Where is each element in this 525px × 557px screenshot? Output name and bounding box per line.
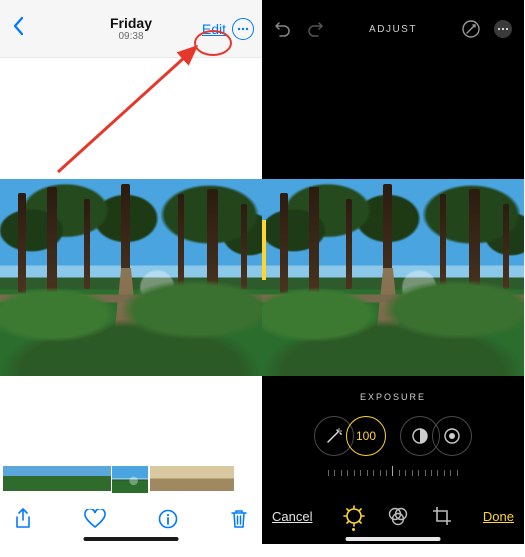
- thumbnail[interactable]: [75, 466, 87, 491]
- more-button[interactable]: [492, 18, 514, 40]
- thumbnail[interactable]: [162, 466, 174, 491]
- info-icon: [158, 509, 178, 529]
- home-indicator[interactable]: [84, 537, 179, 541]
- ellipsis-icon: [237, 27, 249, 31]
- thumbnail[interactable]: [63, 466, 75, 491]
- redo-button[interactable]: [304, 18, 326, 40]
- tab-filters[interactable]: [387, 505, 409, 527]
- thumbnail[interactable]: [27, 466, 39, 491]
- dial-exposure[interactable]: 100: [346, 416, 386, 456]
- brilliance-icon: [410, 426, 430, 446]
- photo-edit-screen: ADJUST EXPOSURE: [262, 0, 524, 544]
- thumbnail[interactable]: [174, 466, 186, 491]
- back-button[interactable]: [8, 16, 28, 42]
- edit-header: ADJUST: [262, 0, 524, 58]
- edit-button[interactable]: Edit: [202, 21, 226, 37]
- adjustment-slider[interactable]: [328, 462, 458, 476]
- thumbnail[interactable]: [186, 466, 198, 491]
- thumbnail[interactable]: [222, 466, 234, 491]
- photo-view-screen: Friday 09:38 Edit: [0, 0, 262, 544]
- crop-icon: [431, 505, 453, 527]
- thumbnail[interactable]: [198, 466, 210, 491]
- adjust-icon: [343, 505, 365, 527]
- delete-button[interactable]: [230, 508, 248, 530]
- share-button[interactable]: [14, 508, 32, 530]
- chevron-left-icon: [12, 16, 24, 36]
- undo-icon: [273, 19, 293, 39]
- dial-highlights[interactable]: [432, 416, 472, 456]
- current-photo[interactable]: [0, 179, 262, 376]
- thumbnail[interactable]: [210, 466, 222, 491]
- thumbnail[interactable]: [150, 466, 162, 491]
- exposure-value: 100: [356, 429, 376, 443]
- share-icon: [14, 508, 32, 530]
- home-indicator[interactable]: [346, 537, 441, 541]
- edit-handle[interactable]: [262, 220, 266, 280]
- thumbnail[interactable]: [87, 466, 99, 491]
- heart-icon: [84, 509, 106, 529]
- thumbnail[interactable]: [3, 466, 15, 491]
- adjustment-dials[interactable]: 100: [262, 416, 524, 456]
- thumbnail[interactable]: [51, 466, 63, 491]
- done-button[interactable]: Done: [483, 509, 514, 524]
- undo-button[interactable]: [272, 18, 294, 40]
- ellipsis-circle-icon: [493, 19, 513, 39]
- thumbnail[interactable]: [39, 466, 51, 491]
- info-button[interactable]: [158, 509, 178, 529]
- selected-indicator: [352, 528, 355, 531]
- markup-button[interactable]: [460, 18, 482, 40]
- adjustment-label: EXPOSURE: [262, 392, 524, 402]
- favorite-button[interactable]: [84, 509, 106, 529]
- thumbnail-selected[interactable]: [112, 466, 148, 493]
- tab-adjust[interactable]: [343, 505, 365, 527]
- redo-icon: [305, 19, 325, 39]
- more-button[interactable]: [232, 18, 254, 40]
- editing-photo[interactable]: [262, 179, 524, 376]
- markup-icon: [461, 19, 481, 39]
- highlights-icon: [442, 426, 462, 446]
- trash-icon: [230, 508, 248, 530]
- wand-icon: [325, 427, 343, 445]
- cancel-button[interactable]: Cancel: [272, 509, 312, 524]
- photo-view-header: Friday 09:38 Edit: [0, 0, 262, 58]
- tab-crop[interactable]: [431, 505, 453, 527]
- thumbnail[interactable]: [15, 466, 27, 491]
- edit-mode-label: ADJUST: [369, 24, 417, 35]
- filters-icon: [387, 505, 409, 527]
- thumbnail-strip[interactable]: [3, 466, 234, 493]
- thumbnail[interactable]: [99, 466, 111, 491]
